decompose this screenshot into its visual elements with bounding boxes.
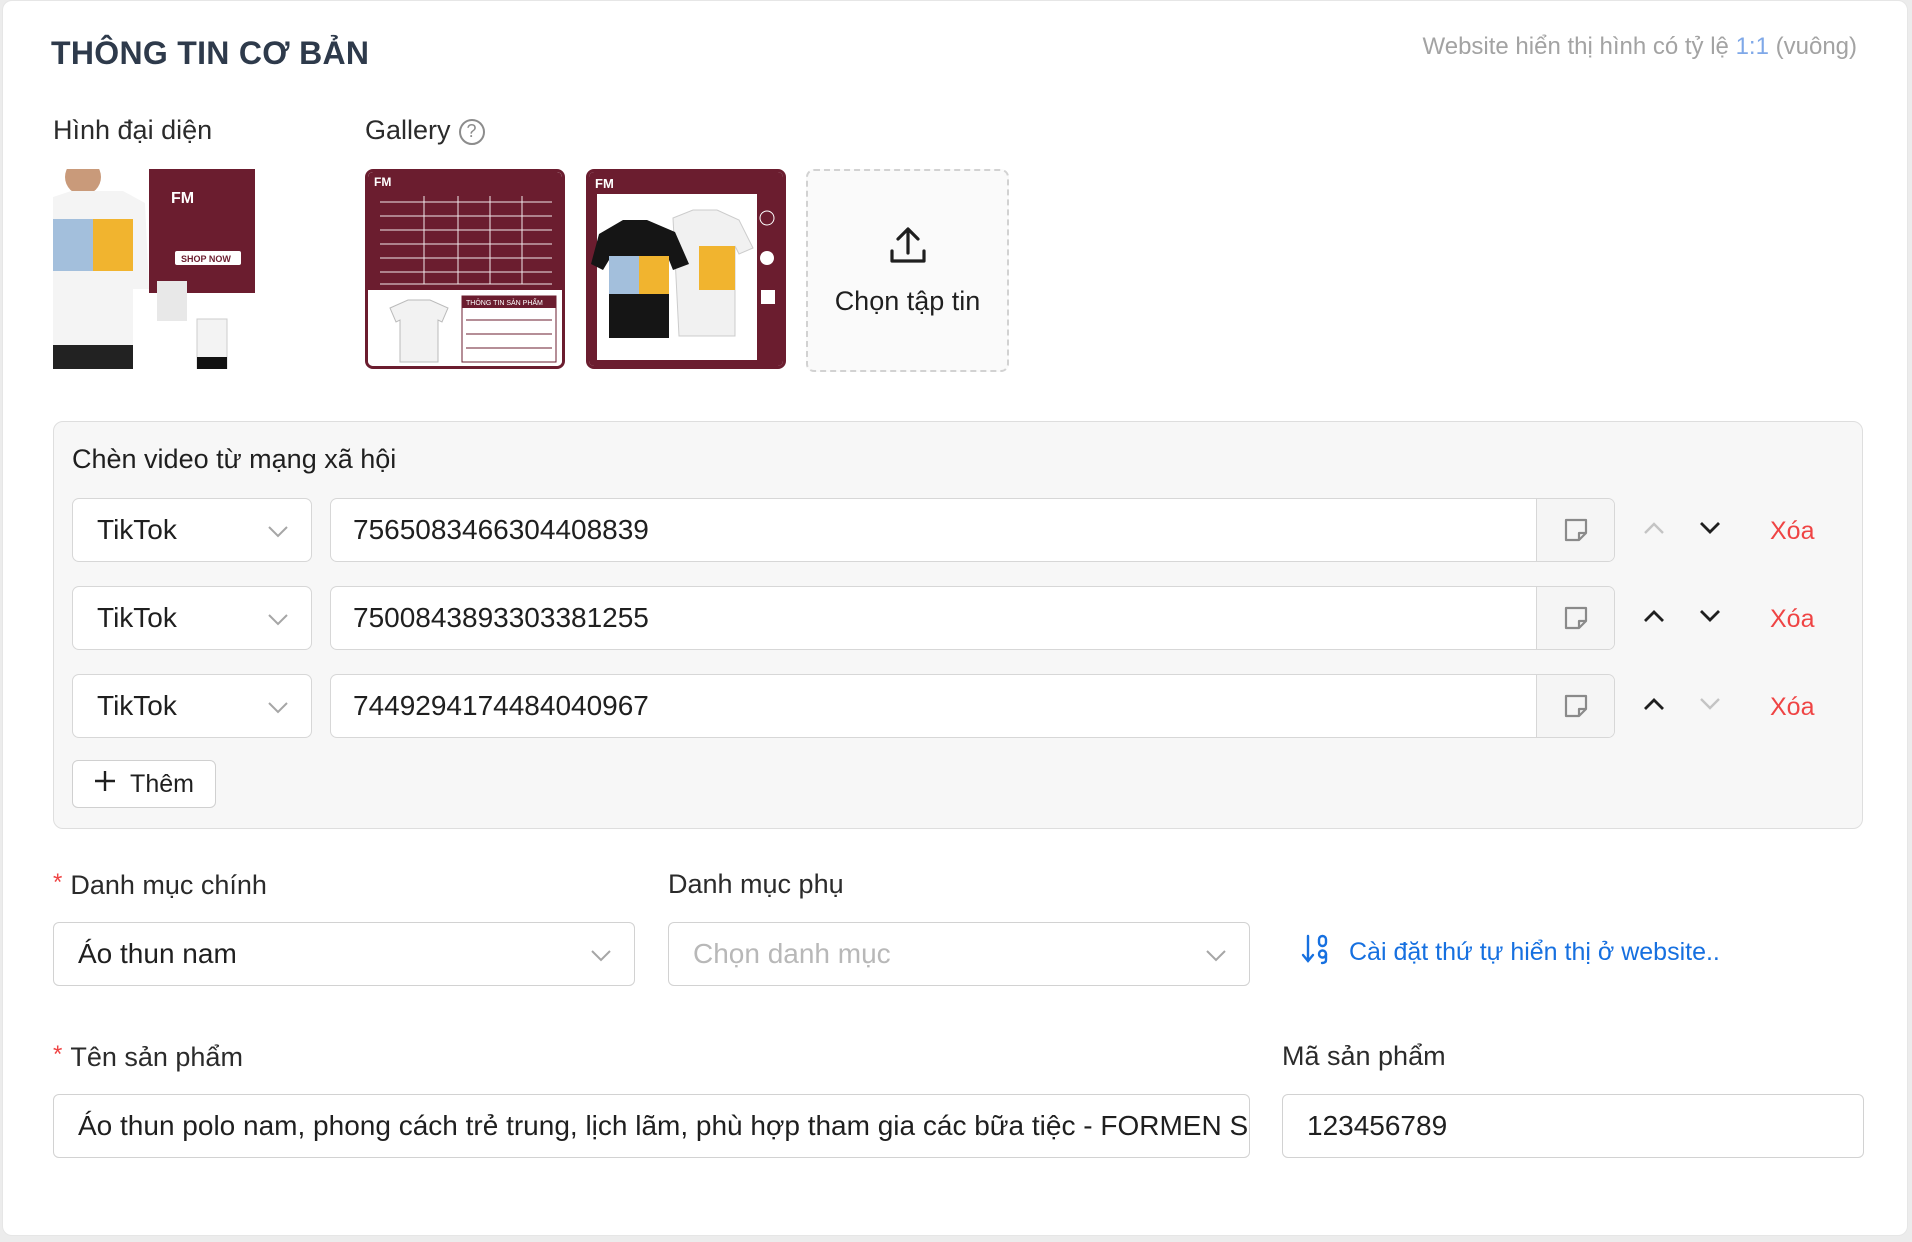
avatar-image[interactable]: FM SHOP NOW [53, 169, 255, 369]
required-mark: * [53, 1041, 63, 1068]
arrow-down-icon [1699, 609, 1721, 628]
plus-icon [94, 770, 116, 799]
video-panel-title: Chèn video từ mạng xã hội [72, 444, 397, 474]
upload-label: Chọn tập tin [834, 285, 981, 316]
chevron-down-icon [267, 602, 289, 634]
arrow-up-icon [1643, 521, 1665, 540]
sort-numeric-icon [1301, 933, 1331, 972]
move-down-button[interactable] [1690, 510, 1730, 550]
section-title: THÔNG TIN CƠ BẢN [51, 35, 370, 71]
main-category-value: Áo thun nam [78, 938, 237, 969]
product-code-label: Mã sản phẩm [1282, 1041, 1446, 1071]
product-name-label-text: Tên sản phẩm [70, 1042, 243, 1072]
move-up-button[interactable] [1634, 598, 1674, 638]
arrow-down-icon [1699, 521, 1721, 540]
sub-category-label: Danh mục phụ [668, 869, 844, 899]
product-name-input[interactable]: Áo thun polo nam, phong cách trẻ trung, … [53, 1094, 1250, 1158]
move-up-button[interactable] [1634, 510, 1674, 550]
arrow-up-icon [1643, 609, 1665, 628]
main-category-select[interactable]: Áo thun nam [53, 922, 635, 986]
video-id-input[interactable]: 7565083466304408839 [330, 498, 1615, 562]
platform-value: TikTok [97, 690, 177, 721]
delete-video-button[interactable]: Xóa [1770, 693, 1814, 722]
thumb1-logo: FM [374, 175, 391, 189]
paste-note-icon[interactable] [1536, 675, 1614, 737]
required-mark: * [53, 869, 63, 896]
help-icon[interactable]: ? [458, 118, 485, 145]
basic-info-card: THÔNG TIN CƠ BẢN Website hiển thị hình c… [2, 0, 1908, 1236]
video-id-input[interactable]: 7449294174484040967 [330, 674, 1615, 738]
move-down-button[interactable] [1690, 686, 1730, 726]
video-embed-panel: Chèn video từ mạng xã hội TikTok 7565083… [53, 421, 1863, 829]
main-category-label: * Danh mục chính [53, 869, 267, 901]
avatar-logo: FM [171, 190, 194, 207]
product-code-value: 123456789 [1307, 1110, 1448, 1141]
gallery-image-size-chart[interactable]: FM THÔNG TIN SẢN PHẨM [365, 169, 565, 369]
avatar-label: Hình đại diện [53, 115, 213, 145]
video-platform-select[interactable]: TikTok [72, 586, 312, 650]
video-id-value[interactable]: 7449294174484040967 [331, 675, 1536, 737]
chevron-down-icon [590, 938, 612, 970]
chevron-down-icon [267, 514, 289, 546]
move-down-button[interactable] [1690, 598, 1730, 638]
paste-note-icon[interactable] [1536, 499, 1614, 561]
product-name-value: Áo thun polo nam, phong cách trẻ trung, … [78, 1110, 1250, 1141]
add-label: Thêm [130, 769, 194, 798]
video-platform-select[interactable]: TikTok [72, 498, 312, 562]
video-id-input[interactable]: 7500843893303381255 [330, 586, 1615, 650]
gallery-label: Gallery? [365, 115, 485, 146]
thumb1-caption: THÔNG TIN SẢN PHẨM [466, 298, 543, 307]
avatar-banner: SHOP NOW [181, 254, 231, 264]
upload-icon [888, 225, 928, 270]
gallery-image-shirts[interactable]: FM [586, 169, 786, 369]
display-order-text: Cài đặt thứ tự hiển thị ở website.. [1349, 938, 1720, 966]
product-code-input[interactable]: 123456789 [1282, 1094, 1864, 1158]
ratio-suffix: (vuông) [1775, 33, 1857, 60]
sub-category-placeholder: Chọn danh mục [693, 938, 891, 969]
ratio-note-text: Website hiển thị hình có tỷ lệ [1422, 33, 1729, 60]
sub-category-select[interactable]: Chọn danh mục [668, 922, 1250, 986]
arrow-down-icon [1699, 697, 1721, 716]
platform-value: TikTok [97, 602, 177, 633]
video-platform-select[interactable]: TikTok [72, 674, 312, 738]
display-order-link[interactable]: Cài đặt thứ tự hiển thị ở website.. [1301, 933, 1720, 972]
move-up-button[interactable] [1634, 686, 1674, 726]
add-video-button[interactable]: Thêm [72, 760, 216, 808]
gallery-label-text: Gallery [365, 115, 451, 145]
thumb2-logo: FM [595, 176, 614, 191]
chevron-down-icon [1205, 938, 1227, 970]
delete-video-button[interactable]: Xóa [1770, 605, 1814, 634]
platform-value: TikTok [97, 514, 177, 545]
upload-file-button[interactable]: Chọn tập tin [806, 169, 1009, 372]
product-name-label: * Tên sản phẩm [53, 1041, 243, 1073]
ratio-note: Website hiển thị hình có tỷ lệ 1:1 (vuôn… [1423, 33, 1858, 61]
ratio-value: 1:1 [1735, 33, 1769, 60]
chevron-down-icon [267, 690, 289, 722]
main-category-label-text: Danh mục chính [70, 870, 267, 900]
paste-note-icon[interactable] [1536, 587, 1614, 649]
delete-video-button[interactable]: Xóa [1770, 517, 1814, 546]
video-id-value[interactable]: 7565083466304408839 [331, 499, 1536, 561]
video-id-value[interactable]: 7500843893303381255 [331, 587, 1536, 649]
arrow-up-icon [1643, 697, 1665, 716]
